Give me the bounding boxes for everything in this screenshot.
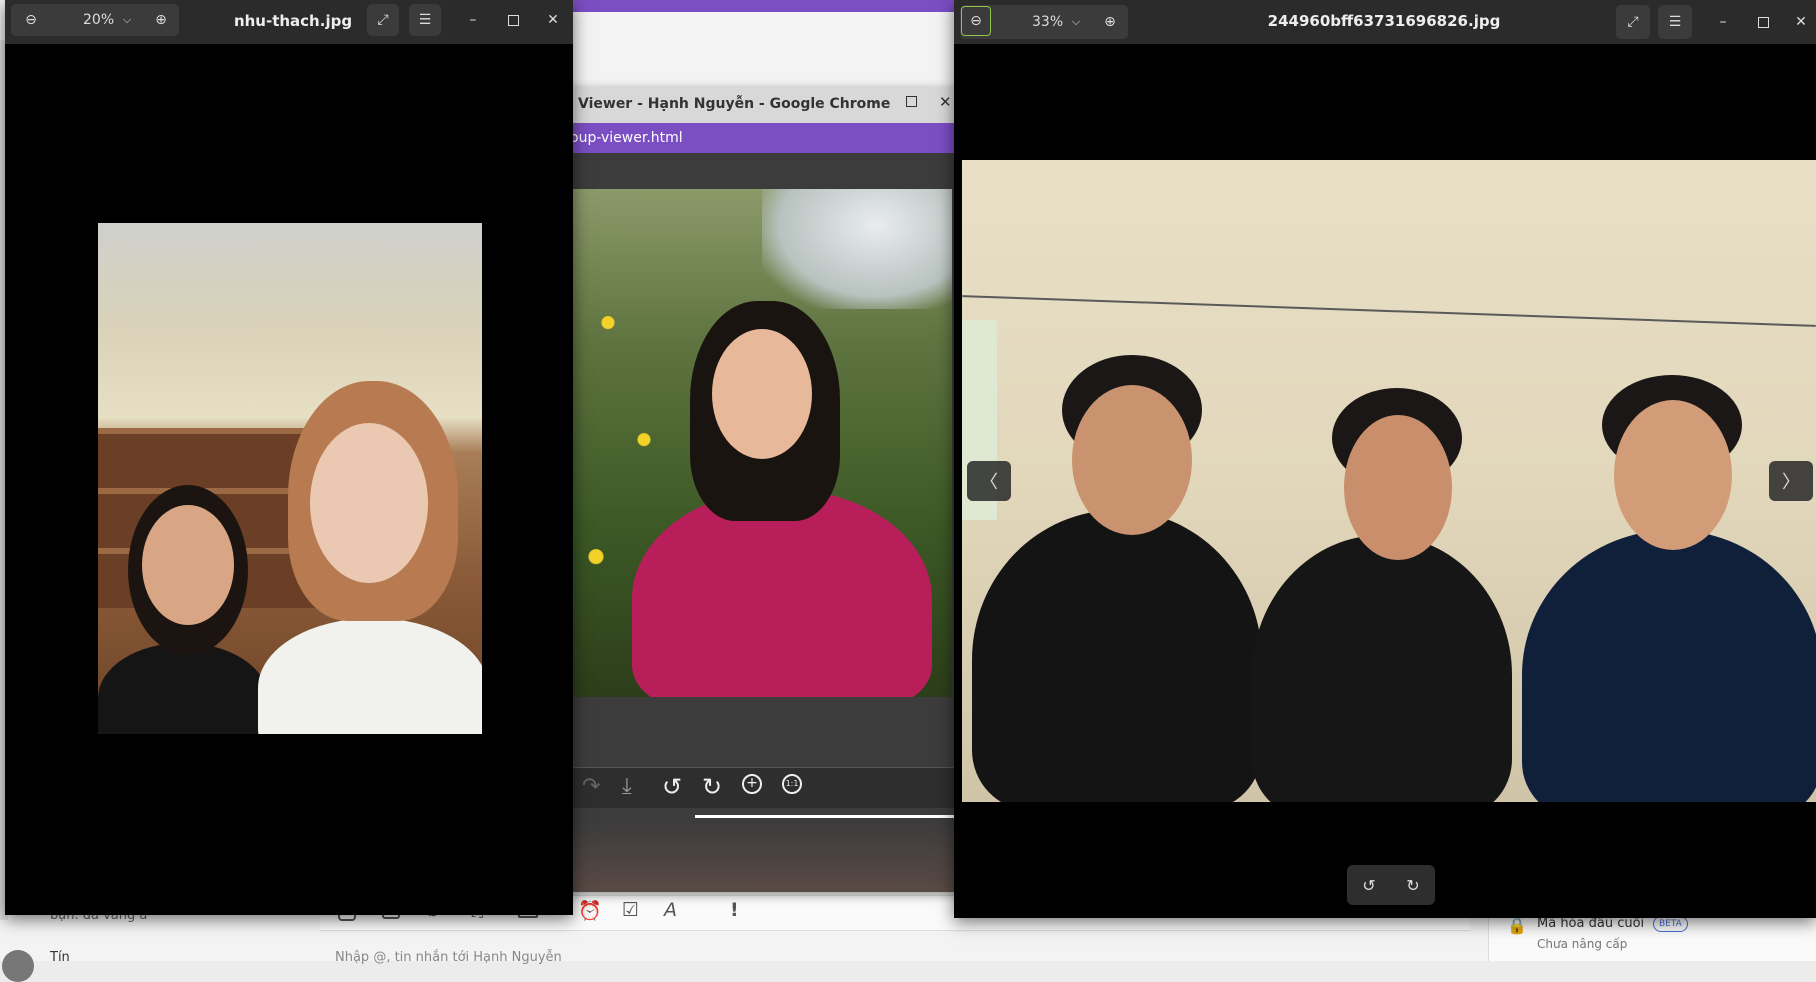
maximize-icon[interactable] [906,96,917,107]
lock-icon: 🔒 [1507,916,1527,935]
maximize-icon[interactable] [497,4,529,36]
encryption-label[interactable]: Mã hóa đầu cuối [1537,916,1644,931]
flower-photo [572,189,952,697]
urgent-icon[interactable]: ! [730,899,739,921]
zoom-value[interactable]: 33% [1032,14,1063,30]
app-header-bar [560,0,960,12]
person-man-right-body [1522,530,1816,802]
person-girl-left-face [142,505,234,625]
rotate-left-icon[interactable]: ↺ [662,773,682,801]
zoom-value[interactable]: 20% [83,12,114,28]
person-man-left-face [1072,385,1192,535]
zoom-out-icon[interactable]: ⊖ [961,6,991,36]
person-man-middle-body [1252,535,1512,802]
download-icon[interactable]: ⤓ [622,774,632,799]
avatar[interactable] [2,950,34,982]
person-man-left-body [972,510,1262,802]
chevron-down-icon[interactable]: ⌵ [117,4,137,36]
group-photo [962,160,1816,802]
encryption-sub: Chưa nâng cấp [1537,937,1628,951]
person-girl-right-face [310,423,428,583]
rotate-left-icon[interactable]: ↺ [1351,869,1387,901]
close-icon[interactable]: ✕ [537,4,569,36]
fullscreen-icon[interactable]: ⤢ [367,4,399,36]
chrome-window: Viewer - Hạnh Nguyễn - Google Chrome – ✕… [560,87,960,892]
fullscreen-icon[interactable]: ⤢ [1616,5,1650,39]
right-viewer-window: ⊖ 33% ⌵ ⊕ 244960bff63731696826.jpg ⤢ ☰ –… [954,0,1816,918]
person-girl-right-body [258,618,482,734]
photo-sky-patch [762,189,952,309]
rotate-controls: ↺ ↻ [1347,865,1435,905]
minimize-icon[interactable]: – [872,95,879,111]
chat-name-text: Tín [50,950,70,965]
chevron-right-icon[interactable]: 〉 [1769,461,1813,501]
left-viewer-window: ⊖ 20% ⌵ ⊕ nhu-thach.jpg ⤢ ☰ – ✕ [5,0,573,915]
file-title: nhu-thach.jpg [233,12,353,30]
person-girl-left-body [98,643,268,734]
chrome-titlebar: Viewer - Hạnh Nguyễn - Google Chrome – ✕ [560,87,960,123]
selfie-photo [98,223,482,734]
chrome-urlbar[interactable]: oup-viewer.html [560,123,960,153]
zoom-control: ⊖ 33% ⌵ ⊕ [960,5,1128,39]
close-icon[interactable]: ✕ [1784,5,1816,39]
task-icon[interactable]: ☑ [622,899,639,921]
person-man-middle-face [1344,415,1452,560]
person-woman-face [712,329,812,459]
right-viewer-header: ⊖ 33% ⌵ ⊕ 244960bff63731696826.jpg ⤢ ☰ –… [954,0,1816,44]
minimize-icon[interactable]: – [457,4,489,36]
url-text[interactable]: oup-viewer.html [570,130,683,146]
zoom-control: ⊖ 20% ⌵ ⊕ [11,4,179,36]
photo-wire [962,295,1816,327]
minimize-icon[interactable]: – [1706,5,1740,39]
chrome-scroll-indicator [695,815,960,818]
zoom-in-icon[interactable]: + [742,774,762,794]
zoom-out-icon[interactable]: ⊖ [17,4,45,36]
close-icon[interactable]: ✕ [939,93,952,111]
beta-badge: BETA [1653,916,1688,932]
chevron-left-icon[interactable]: 〈 [967,461,1011,501]
rotate-right-icon[interactable]: ↻ [1395,869,1431,901]
maximize-icon[interactable] [1746,5,1780,39]
alarm-icon[interactable]: ⏰ [578,899,602,922]
zoom-in-icon[interactable]: ⊕ [147,4,175,36]
actual-size-icon[interactable]: 1:1 [782,774,802,794]
chat-input[interactable]: Nhập @, tin nhắn tới Hạnh Nguyễn [335,950,562,965]
person-man-right-face [1614,400,1732,550]
chrome-viewer-toolbar: ↷ ⤓ ↺ ↻ + 1:1 [560,767,960,808]
zoom-in-icon[interactable]: ⊕ [1096,5,1124,39]
left-viewer-header: ⊖ 20% ⌵ ⊕ nhu-thach.jpg ⤢ ☰ – ✕ [5,0,573,44]
hamburger-menu-icon[interactable]: ☰ [409,4,441,36]
redo-icon[interactable]: ↷ [582,774,600,799]
chrome-bottom-area [560,821,960,892]
chrome-title: Viewer - Hạnh Nguyễn - Google Chrome [578,96,891,112]
rotate-right-icon[interactable]: ↻ [702,773,722,801]
file-title: 244960bff63731696826.jpg [1267,12,1501,30]
chevron-down-icon[interactable]: ⌵ [1066,5,1086,39]
format-text-icon[interactable]: A [664,899,677,921]
hamburger-menu-icon[interactable]: ☰ [1658,5,1692,39]
